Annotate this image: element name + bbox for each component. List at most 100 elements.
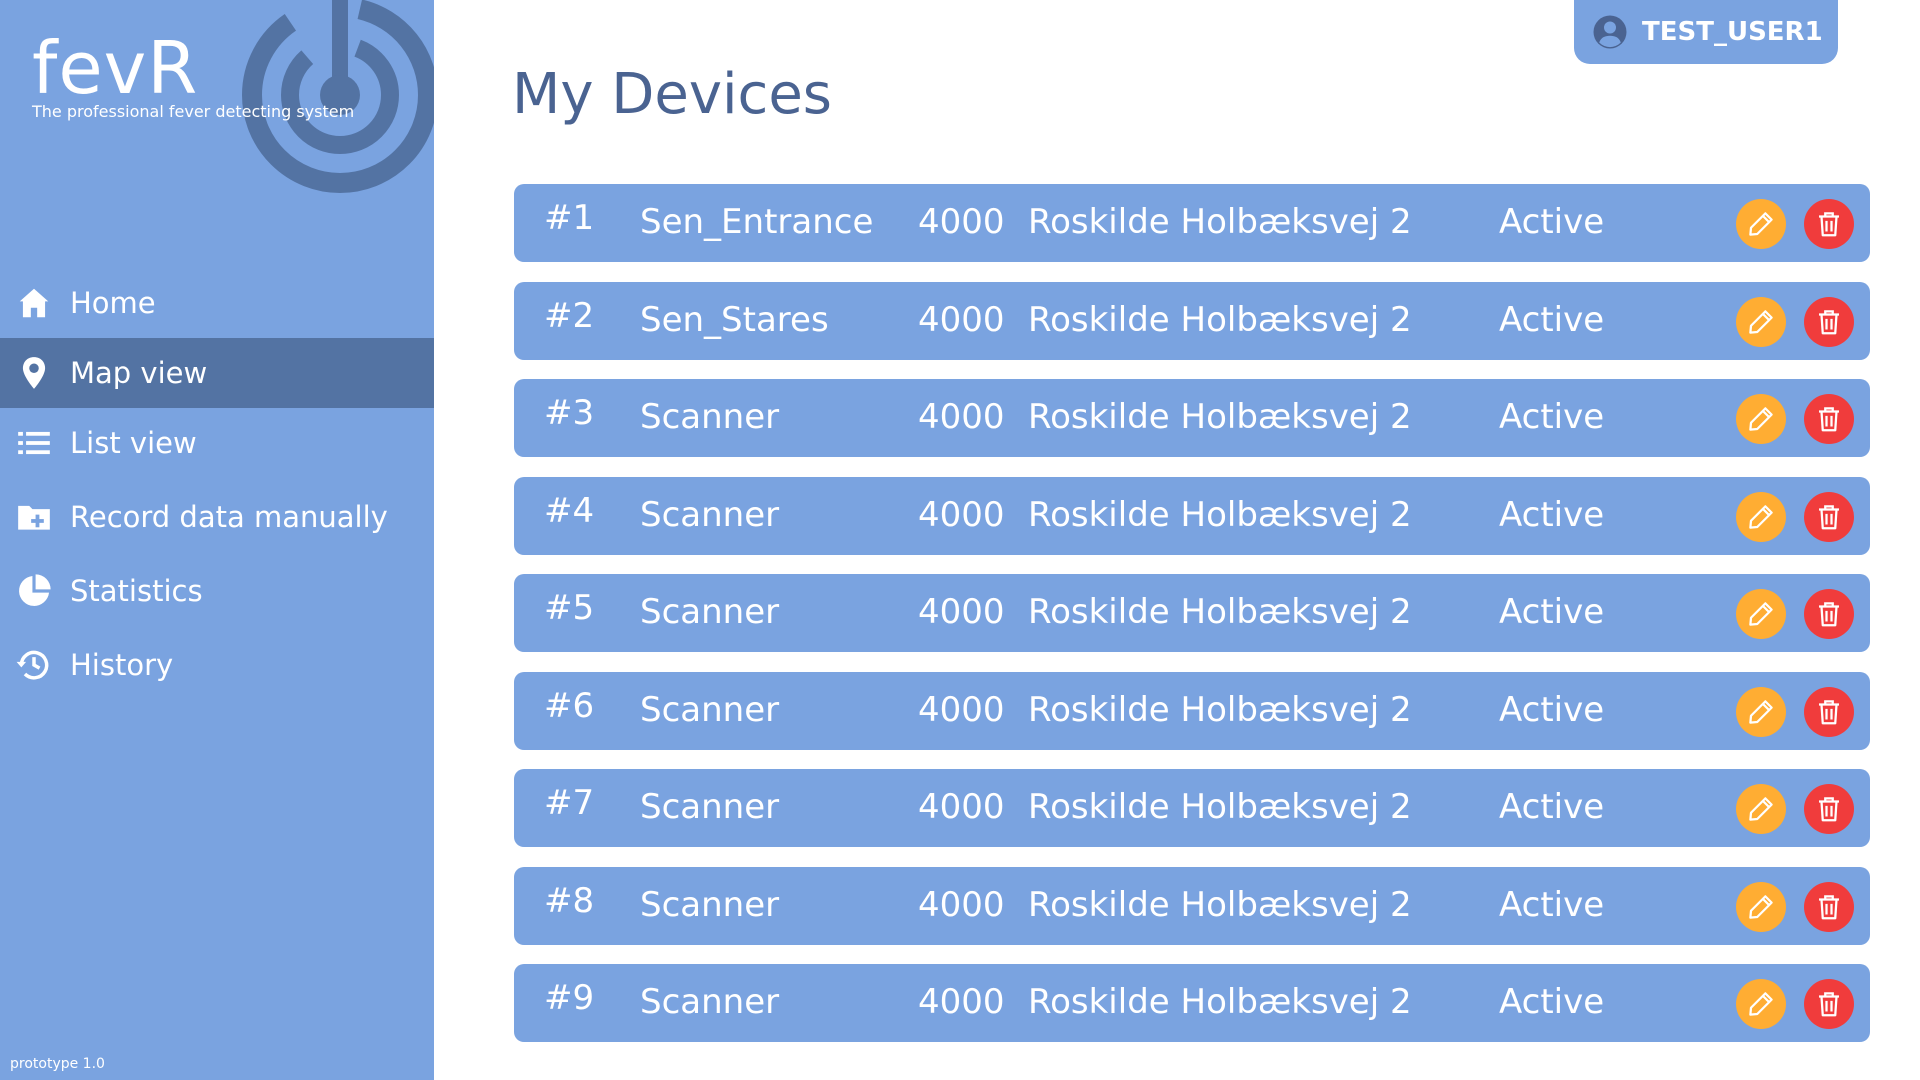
trash-icon [1819, 797, 1839, 822]
device-address: Roskilde Holbæksvej 2 [1028, 982, 1412, 1022]
brand-name: fevR [32, 26, 199, 110]
sidebar-item-record-data[interactable]: Record data manually [0, 482, 434, 552]
device-status: Active [1499, 494, 1605, 535]
delete-device-button[interactable] [1804, 686, 1854, 737]
pencil-icon [1749, 212, 1773, 236]
trash-icon [1819, 212, 1839, 237]
device-id: #1 [544, 198, 595, 238]
edit-device-button[interactable] [1736, 686, 1786, 737]
device-zip: 4000 [918, 689, 1005, 730]
sidebar-item-label: History [70, 648, 174, 682]
device-address: Roskilde Holbæksvej 2 [1028, 299, 1412, 340]
device-id: #8 [544, 880, 595, 921]
trash-icon [1819, 407, 1839, 432]
device-row: #6 Scanner 4000 Roskilde Holbæksvej 2 Ac… [514, 671, 1870, 750]
edit-device-button[interactable] [1736, 881, 1786, 932]
device-address: Roskilde Holbæksvej 2 [1028, 202, 1412, 242]
device-name: Scanner [640, 397, 780, 437]
device-name: Scanner [640, 689, 780, 730]
delete-device-button[interactable] [1804, 296, 1854, 347]
app-root: fevR The professional fever detecting sy… [0, 0, 1920, 1080]
device-row: #7 Scanner 4000 Roskilde Holbæksvej 2 Ac… [514, 769, 1870, 847]
pencil-icon [1749, 797, 1773, 821]
device-zip: 4000 [918, 397, 1005, 437]
home-icon [14, 283, 54, 323]
edit-device-button[interactable] [1736, 296, 1786, 347]
version-label: prototype 1.0 [10, 1056, 105, 1072]
page-title: My Devices [512, 62, 832, 127]
delete-device-button[interactable] [1804, 784, 1854, 834]
device-name: Sen_Stares [640, 299, 829, 340]
device-id: #7 [544, 783, 595, 823]
device-address: Roskilde Holbæksvej 2 [1028, 592, 1412, 632]
device-name: Scanner [640, 592, 780, 632]
pencil-icon [1749, 407, 1773, 431]
device-status: Active [1499, 787, 1605, 827]
device-row: #9 Scanner 4000 Roskilde Holbæksvej 2 Ac… [514, 964, 1870, 1042]
device-zip: 4000 [918, 299, 1005, 340]
device-name: Scanner [640, 787, 780, 827]
device-id: #2 [544, 295, 595, 336]
sidebar-item-label: Map view [70, 356, 208, 390]
delete-device-button[interactable] [1804, 491, 1854, 542]
pencil-icon [1749, 894, 1773, 919]
device-id: #3 [544, 393, 595, 433]
edit-device-button[interactable] [1736, 784, 1786, 834]
device-zip: 4000 [918, 202, 1005, 242]
delete-device-button[interactable] [1804, 589, 1854, 639]
device-row: #8 Scanner 4000 Roskilde Holbæksvej 2 Ac… [514, 866, 1870, 945]
device-name: Sen_Entrance [640, 202, 874, 242]
delete-device-button[interactable] [1804, 394, 1854, 444]
device-id: #9 [544, 978, 595, 1018]
trash-icon [1819, 602, 1839, 627]
pencil-icon [1749, 992, 1773, 1016]
brand: fevR The professional fever detecting sy… [32, 28, 354, 121]
device-status: Active [1499, 202, 1605, 242]
edit-device-button[interactable] [1736, 979, 1786, 1029]
user-circle-icon [1593, 15, 1627, 49]
sidebar-item-list-view[interactable]: List view [0, 408, 434, 478]
sidebar-item-history[interactable]: History [0, 630, 434, 700]
pencil-icon [1749, 309, 1773, 334]
sidebar: fevR The professional fever detecting sy… [0, 0, 434, 1080]
device-name: Scanner [640, 982, 780, 1022]
device-row: #3 Scanner 4000 Roskilde Holbæksvej 2 Ac… [514, 379, 1870, 457]
device-status: Active [1499, 299, 1605, 340]
device-name: Scanner [640, 494, 780, 535]
brand-tagline: The professional fever detecting system [32, 102, 355, 121]
device-address: Roskilde Holbæksvej 2 [1028, 884, 1412, 925]
device-zip: 4000 [918, 884, 1005, 925]
device-row: #4 Scanner 4000 Roskilde Holbæksvej 2 Ac… [514, 476, 1870, 555]
edit-device-button[interactable] [1736, 589, 1786, 639]
trash-icon [1819, 504, 1839, 529]
pencil-icon [1749, 504, 1773, 529]
device-zip: 4000 [918, 787, 1005, 827]
list-icon [14, 423, 54, 463]
device-name: Scanner [640, 884, 780, 925]
map-pin-icon [14, 353, 54, 393]
delete-device-button[interactable] [1804, 199, 1854, 249]
sidebar-item-statistics[interactable]: Statistics [0, 556, 434, 626]
edit-device-button[interactable] [1736, 394, 1786, 444]
device-status: Active [1499, 592, 1605, 632]
user-name: TEST_USER1 [1642, 17, 1823, 47]
trash-icon [1819, 894, 1839, 919]
trash-icon [1819, 309, 1839, 334]
device-row: #5 Scanner 4000 Roskilde Holbæksvej 2 Ac… [514, 574, 1870, 652]
device-address: Roskilde Holbæksvej 2 [1028, 494, 1412, 535]
delete-device-button[interactable] [1804, 881, 1854, 932]
trash-icon [1819, 992, 1839, 1017]
device-id: #6 [544, 685, 595, 726]
folder-plus-icon [14, 497, 54, 537]
sidebar-item-label: Home [70, 286, 156, 320]
pencil-icon [1749, 699, 1773, 724]
device-list: #1 Sen_Entrance 4000 Roskilde Holbæksvej… [514, 184, 1870, 1062]
delete-device-button[interactable] [1804, 979, 1854, 1029]
device-address: Roskilde Holbæksvej 2 [1028, 397, 1412, 437]
sidebar-item-home[interactable]: Home [0, 268, 434, 338]
edit-device-button[interactable] [1736, 491, 1786, 542]
sidebar-item-map-view[interactable]: Map view [0, 338, 434, 408]
device-zip: 4000 [918, 494, 1005, 535]
edit-device-button[interactable] [1736, 199, 1786, 249]
user-menu-button[interactable]: TEST_USER1 [1574, 0, 1838, 64]
